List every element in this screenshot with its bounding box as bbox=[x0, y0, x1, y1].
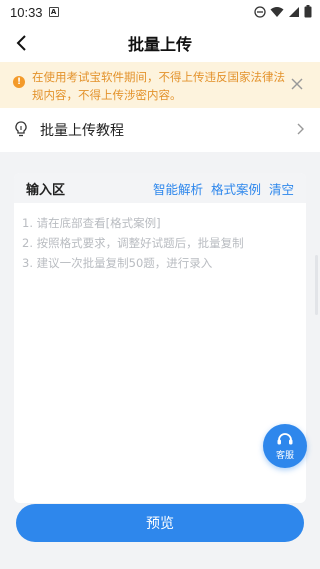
battery-icon bbox=[304, 5, 312, 18]
status-icons bbox=[254, 5, 312, 18]
do-not-disturb-icon bbox=[254, 5, 266, 18]
signal-icon bbox=[289, 6, 299, 17]
page-title: 批量上传 bbox=[127, 35, 192, 54]
clear-button[interactable]: 清空 bbox=[269, 179, 294, 198]
input-card: 输入区 智能解析 格式案例 清空 1. 请在底部查看[格式案例] 2. 按照格式… bbox=[14, 173, 306, 503]
smart-parse-button[interactable]: 智能解析 bbox=[153, 179, 203, 198]
scrollbar[interactable] bbox=[315, 255, 318, 315]
placeholder-line: 3. 建议一次批量复制50题，进行录入 bbox=[22, 256, 213, 270]
status-time: 10:33 bbox=[10, 4, 43, 20]
close-icon[interactable] bbox=[291, 78, 303, 90]
customer-service-label: 客服 bbox=[275, 451, 294, 461]
status-bar: 10:33 A bbox=[0, 0, 320, 24]
placeholder-line: 1. 请在底部查看[格式案例] bbox=[22, 216, 161, 230]
format-example-button[interactable]: 格式案例 bbox=[211, 179, 261, 198]
tutorial-label: 批量上传教程 bbox=[40, 123, 124, 139]
input-card-header: 输入区 智能解析 格式案例 清空 bbox=[14, 173, 306, 203]
chevron-right-icon bbox=[297, 123, 304, 135]
input-area-title: 输入区 bbox=[26, 182, 66, 198]
lightbulb-icon bbox=[15, 121, 27, 137]
customer-service-button[interactable]: 客服 bbox=[263, 424, 307, 468]
tutorial-row[interactable]: 批量上传教程 bbox=[0, 108, 320, 152]
back-arrow-icon[interactable] bbox=[12, 33, 32, 53]
wifi-icon bbox=[270, 6, 284, 17]
notice-banner: ! 在使用考试宝软件期间，不得上传违反国家法律法规内容，不得上传涉密内容。 bbox=[0, 62, 320, 108]
warning-icon: ! bbox=[13, 76, 25, 88]
app-header: 批量上传 bbox=[0, 24, 320, 62]
input-textarea[interactable]: 1. 请在底部查看[格式案例] 2. 按照格式要求，调整好试题后，批量复制 3.… bbox=[14, 203, 306, 283]
notification-a-icon: A bbox=[48, 7, 59, 17]
headset-icon bbox=[277, 433, 293, 445]
placeholder-line: 2. 按照格式要求，调整好试题后，批量复制 bbox=[22, 236, 244, 250]
notice-text: 在使用考试宝软件期间，不得上传违反国家法律法规内容，不得上传涉密内容。 bbox=[32, 70, 285, 102]
preview-button[interactable]: 预览 bbox=[16, 504, 304, 542]
